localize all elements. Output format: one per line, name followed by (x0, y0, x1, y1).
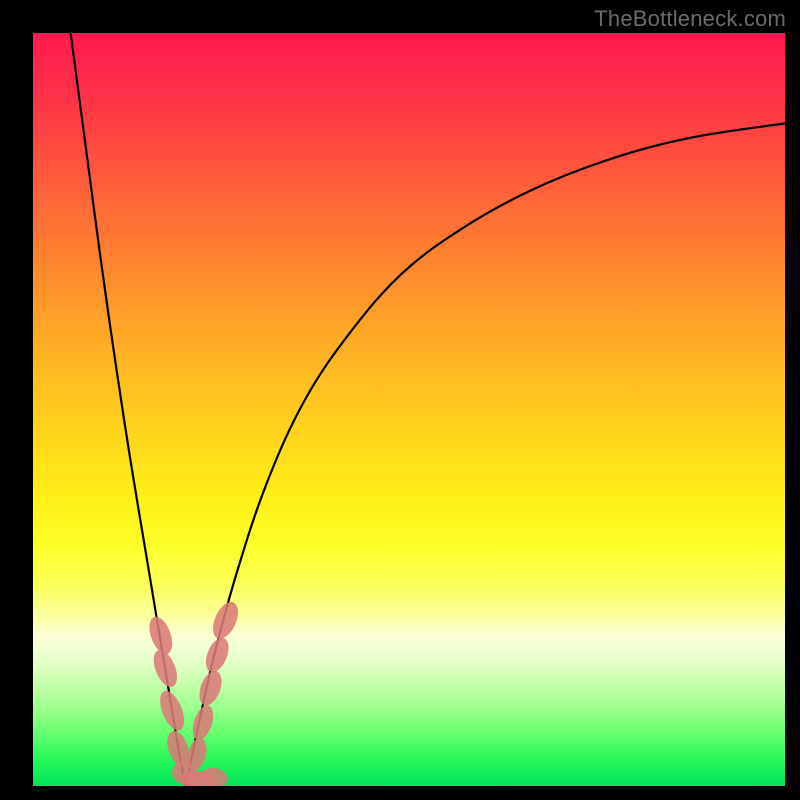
data-marker (195, 668, 226, 709)
marker-cluster (145, 598, 243, 786)
plot-area (33, 33, 785, 786)
data-marker (208, 598, 243, 642)
right-branch-curve (186, 123, 785, 786)
watermark-text: TheBottleneck.com (594, 6, 786, 32)
data-marker (201, 635, 233, 676)
data-marker (155, 687, 189, 733)
data-marker (149, 647, 182, 691)
curve-layer (33, 33, 785, 786)
data-marker (189, 703, 217, 743)
chart-frame: TheBottleneck.com (0, 0, 800, 800)
